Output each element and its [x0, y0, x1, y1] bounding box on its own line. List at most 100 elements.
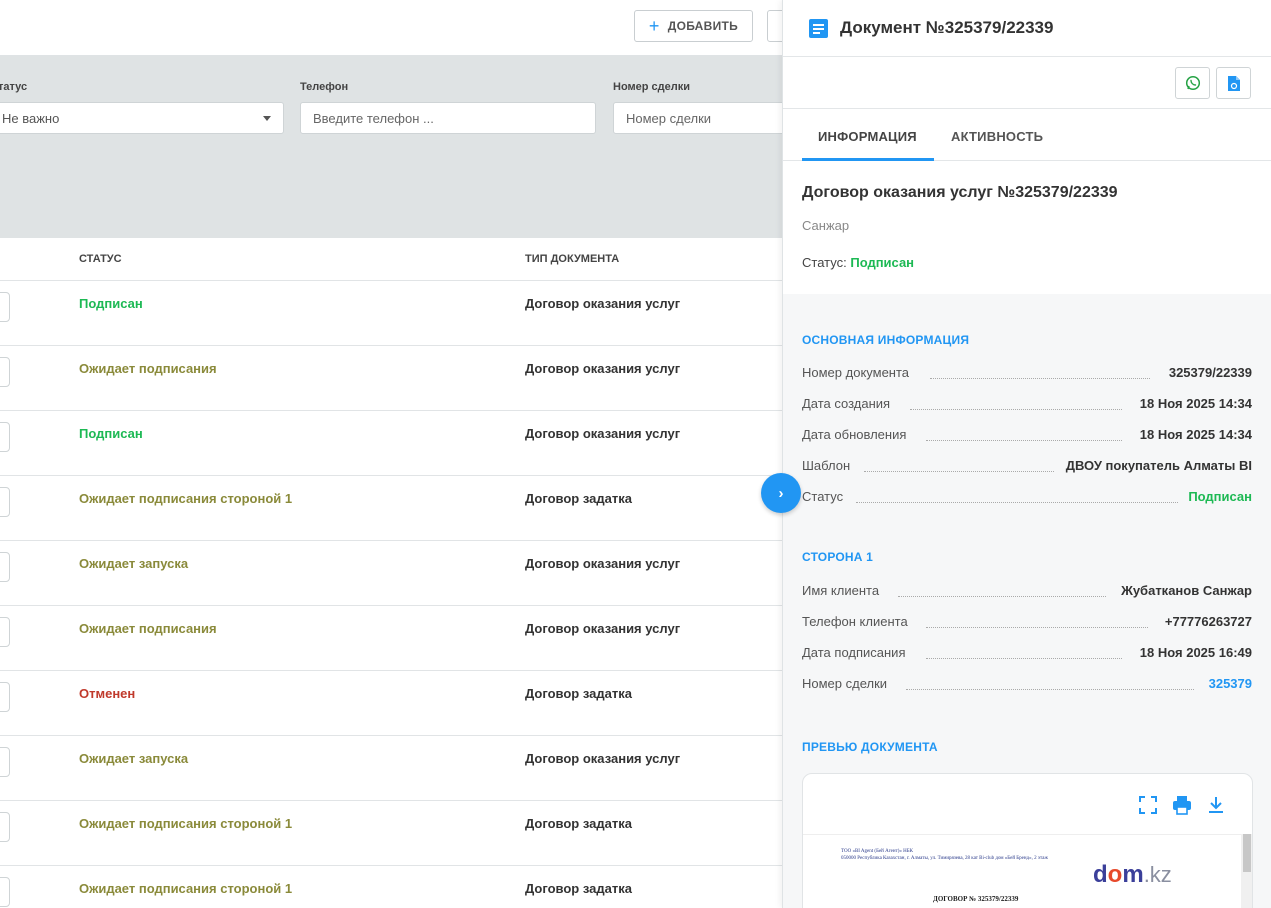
row-action-button[interactable] [0, 877, 10, 907]
row-action-button[interactable] [0, 487, 10, 517]
phone-input-placeholder: Введите телефон ... [313, 110, 434, 126]
add-button-label: ДОБАВИТЬ [667, 19, 739, 33]
dom-kz-logo: dom.kz [1093, 861, 1172, 888]
contract-title: Договор оказания услуг №325379/22339 [802, 184, 1118, 201]
panel-header: Документ №325379/22339 [783, 0, 1271, 57]
info-value: 18 Ноя 2025 16:49 [1139, 645, 1252, 660]
preview-doc-heading: ДОГОВОР № 325379/22339 [933, 895, 1019, 903]
page: + ДОБАВИТЬ Статус Не важно Телефон Введи… [0, 0, 1271, 908]
info-row-doc-number: Номер документа 325379/22339 [802, 365, 1252, 385]
row-action-button[interactable] [0, 422, 10, 452]
info-value: Жубатканов Санжар [1121, 583, 1252, 598]
panel-title: Документ №325379/22339 [840, 18, 1054, 37]
side1-row-deal-number: Номер сделки 325379 [802, 676, 1252, 696]
row-doctype: Договор задатка [525, 491, 632, 506]
info-key: Имя клиента [802, 583, 880, 598]
row-status: Ожидает подписания стороной 1 [79, 881, 293, 896]
preview-doc-line: ТОО «BI Agent (Бей Агент)» НБК [841, 849, 913, 854]
download-icon[interactable] [1205, 794, 1227, 816]
phone-filter-label: Телефон [300, 81, 349, 93]
row-status: Ожидает подписания [79, 621, 217, 636]
row-doctype: Договор задатка [525, 816, 632, 831]
column-header-doctype[interactable]: ТИП ДОКУМЕНТА [525, 253, 619, 265]
chevron-right-icon: › [778, 484, 784, 502]
row-status: Ожидает подписания стороной 1 [79, 816, 293, 831]
preview-scrollbar[interactable] [1241, 834, 1252, 908]
info-key: Дата подписания [802, 645, 906, 660]
add-button[interactable]: + ДОБАВИТЬ [634, 10, 753, 42]
row-status: Ожидает запуска [79, 556, 189, 571]
tab-information[interactable]: ИНФОРМАЦИЯ [818, 129, 917, 144]
table-row[interactable]: Ожидает запуска Договор оказания услуг [0, 736, 782, 801]
status-filter-label: Статус [0, 81, 28, 93]
row-action-button[interactable] [0, 292, 10, 322]
column-header-status[interactable]: СТАТУС [79, 253, 122, 265]
deal-number-placeholder: Номер сделки [626, 110, 712, 126]
info-row-template: Шаблон ДВОУ покупатель Алматы BI [802, 458, 1252, 478]
table-row[interactable]: Ожидает запуска Договор оказания услуг [0, 541, 782, 606]
document-summary: Договор оказания услуг №325379/22339 Сан… [783, 161, 1271, 294]
row-action-button[interactable] [0, 812, 10, 842]
row-doctype: Договор оказания услуг [525, 751, 681, 766]
row-doctype: Договор оказания услуг [525, 621, 681, 636]
tab-activity[interactable]: АКТИВНОСТЬ [951, 129, 1043, 144]
table-header: СТАТУС ТИП ДОКУМЕНТА [0, 238, 782, 281]
document-file-button[interactable] [1216, 67, 1251, 99]
table-row[interactable]: Подписан Договор оказания услуг [0, 411, 782, 476]
row-doctype: Договор задатка [525, 686, 632, 701]
dotted-leader [910, 409, 1122, 410]
deal-number-link[interactable]: 325379 [1209, 676, 1252, 691]
row-status: Подписан [79, 426, 143, 441]
row-status: Ожидает подписания стороной 1 [79, 491, 293, 506]
info-key: Номер сделки [802, 676, 888, 691]
fullscreen-icon[interactable] [1137, 794, 1159, 816]
phone-input[interactable]: Введите телефон ... [300, 102, 596, 134]
document-preview: ТОО «BI Agent (Бей Агент)» НБК 050000 Ре… [802, 773, 1253, 908]
row-action-button[interactable] [0, 552, 10, 582]
filters-panel: Статус Не важно Телефон Введите телефон … [0, 56, 813, 238]
row-doctype: Договор оказания услуг [525, 296, 681, 311]
row-doctype: Договор оказания услуг [525, 361, 681, 376]
info-row-status: Статус Подписан [802, 489, 1252, 509]
row-doctype: Договор оказания услуг [525, 426, 681, 441]
info-value: 325379/22339 [1168, 365, 1252, 380]
caret-down-icon [263, 116, 271, 121]
table-row[interactable]: Подписан Договор оказания услуг [0, 281, 782, 346]
document-icon [809, 19, 828, 38]
dotted-leader [926, 440, 1122, 441]
whatsapp-icon [1185, 75, 1200, 91]
row-action-button[interactable] [0, 747, 10, 777]
preview-doc-line: 050000 Республика Казахстан, г. Алматы, … [841, 856, 1048, 861]
side1-row-sign-date: Дата подписания 18 Ноя 2025 16:49 [802, 645, 1252, 665]
side1-title: СТОРОНА 1 [802, 550, 874, 564]
dotted-leader [864, 471, 1054, 472]
table-row[interactable]: Ожидает подписания стороной 1 Договор за… [0, 476, 782, 541]
whatsapp-button[interactable] [1175, 67, 1210, 99]
dotted-leader [926, 658, 1122, 659]
row-status: Подписан [79, 296, 143, 311]
info-key: Дата создания [802, 396, 891, 411]
info-value: Подписан [1188, 489, 1252, 504]
print-icon[interactable] [1171, 794, 1193, 816]
table-row[interactable]: Отменен Договор задатка [0, 671, 782, 736]
author-name: Санжар [802, 218, 850, 233]
row-doctype: Договор оказания услуг [525, 556, 681, 571]
panel-actions [783, 57, 1271, 109]
plus-icon: + [648, 16, 660, 36]
table-row[interactable]: Ожидает подписания стороной 1 Договор за… [0, 866, 782, 908]
row-action-button[interactable] [0, 617, 10, 647]
dotted-leader [926, 627, 1148, 628]
row-action-button[interactable] [0, 357, 10, 387]
table-row[interactable]: Ожидает подписания Договор оказания услу… [0, 346, 782, 411]
table-row[interactable]: Ожидает подписания стороной 1 Договор за… [0, 801, 782, 866]
info-key: Телефон клиента [802, 614, 908, 629]
info-row-created: Дата создания 18 Ноя 2025 14:34 [802, 396, 1252, 416]
panel-tabs: ИНФОРМАЦИЯ АКТИВНОСТЬ [783, 109, 1271, 161]
status-filter-select[interactable]: Не важно [0, 102, 284, 134]
status-value: Подписан [850, 255, 915, 270]
row-action-button[interactable] [0, 682, 10, 712]
table-row[interactable]: Ожидает подписания Договор оказания услу… [0, 606, 782, 671]
panel-toggle-button[interactable]: › [761, 473, 801, 513]
status-filter-value: Не важно [2, 111, 60, 126]
info-value: ДВОУ покупатель Алматы BI [1065, 458, 1252, 473]
